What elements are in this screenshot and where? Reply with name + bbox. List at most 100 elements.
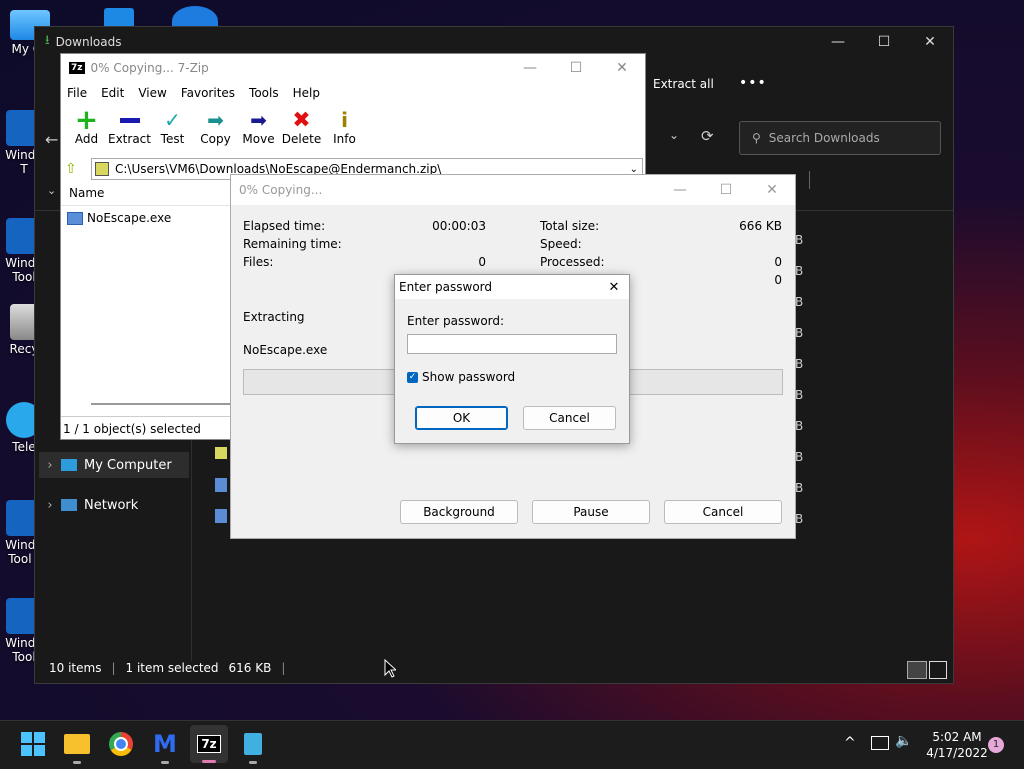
menu-tools[interactable]: Tools [249,86,279,100]
refresh-icon[interactable]: ⟳ [701,127,714,145]
menu-help[interactable]: Help [293,86,320,100]
plus-icon: + [74,103,99,136]
chevron-down-icon[interactable]: ⌄ [47,184,56,197]
extract-all-button[interactable]: Extract all [653,77,714,91]
show-password-checkbox[interactable]: ✓ Show password [407,370,515,384]
zip-file-icon [215,447,227,459]
nav-item-my-computer[interactable]: › My Computer [39,452,189,478]
chevron-right-icon: › [47,457,53,473]
selected-size: 616 KB [228,661,272,675]
details-view-button[interactable] [907,661,927,679]
checkbox-checked-icon: ✓ [407,371,418,383]
processed-label: Processed: [540,255,605,269]
menu-view[interactable]: View [138,86,166,100]
extract-button[interactable]: Extract [108,104,151,154]
close-button[interactable]: ✕ [599,60,645,76]
more-options-button[interactable]: ••• [739,75,767,91]
total-size-label: Total size: [540,219,600,233]
maximize-button[interactable]: ☐ [703,182,749,198]
search-input[interactable]: ⚲ Search Downloads [739,121,941,155]
minimize-button[interactable]: — [815,34,861,50]
download-icon: ⭳ [45,33,50,48]
add-button[interactable]: + Add [65,104,108,154]
chevron-down-icon[interactable]: ⌄ [669,128,679,142]
copy-button[interactable]: ➡ Copy [194,104,237,154]
close-button[interactable]: ✕ [749,182,795,198]
file-explorer-taskbar-button[interactable] [62,729,92,764]
password-label: Enter password: [407,314,505,328]
toolbar: + Add Extract ✓ Test ➡ Copy ➡ Move ✖ Del… [61,104,645,154]
tiles-view-button[interactable] [929,661,947,679]
nav-item-network[interactable]: › Network [39,492,189,518]
chrome-taskbar-button[interactable] [106,729,136,759]
back-arrow-icon[interactable]: ← [45,130,58,149]
info-icon: i [341,108,348,132]
list-row-fragment[interactable]: B [795,264,803,278]
maximize-button[interactable]: ☐ [553,60,599,76]
total-size-value: 666 KB [739,219,782,233]
menu-edit[interactable]: Edit [101,86,124,100]
notepad-icon [244,733,262,755]
volume-icon[interactable]: 🔈 [895,733,912,749]
toolbar-label: Delete [281,132,322,146]
menu-file[interactable]: File [67,86,87,100]
pause-button[interactable]: Pause [532,500,650,524]
minimize-button[interactable]: — [657,182,703,198]
ok-button[interactable]: OK [415,406,508,430]
toolbar-label: Add [74,132,99,146]
delete-button[interactable]: ✖ Delete [280,104,323,154]
clock-time: 5:02 AM [932,730,982,744]
password-input[interactable] [407,334,617,354]
nav-item-label: Network [84,497,139,513]
up-folder-icon[interactable]: ⇧ [65,161,85,177]
test-button[interactable]: ✓ Test [151,104,194,154]
minimize-button[interactable]: — [507,60,553,76]
info-button[interactable]: i Info [323,104,366,154]
network-status-icon[interactable] [871,736,889,750]
close-button[interactable]: ✕ [599,280,629,295]
chevron-down-icon[interactable]: ⌄ [630,164,638,175]
password-dialog[interactable]: Enter password ✕ Enter password: ✓ Show … [394,274,630,444]
list-row-fragment[interactable]: B [795,512,803,526]
files-label: Files: [243,255,274,269]
search-placeholder: Search Downloads [768,131,880,145]
list-row-fragment[interactable]: B [795,419,803,433]
7zip-title: 0% Copying... 7-Zip [90,61,209,75]
password-title: Enter password [399,280,492,294]
list-row-fragment[interactable]: B [795,388,803,402]
move-button[interactable]: ➡ Move [237,104,280,154]
notification-badge[interactable]: 1 [988,737,1004,753]
close-button[interactable]: ✕ [907,34,953,50]
list-row-fragment[interactable]: B [795,295,803,309]
password-titlebar[interactable]: Enter password ✕ [395,275,629,299]
minus-icon [108,108,151,132]
background-button[interactable]: Background [400,500,518,524]
selected-count: 1 item selected [125,661,219,675]
files-value: 0 [478,255,486,269]
7zip-icon: 7z [197,735,221,753]
7zip-taskbar-button[interactable]: 7z [190,725,228,763]
horizontal-scrollbar[interactable] [91,403,231,405]
list-row-fragment[interactable]: B [795,450,803,464]
menu-favorites[interactable]: Favorites [181,86,235,100]
chevron-up-icon[interactable]: ^ [844,735,856,751]
malwarebytes-taskbar-button[interactable]: M [150,729,180,764]
7zip-icon: 7z [69,62,85,74]
7zip-titlebar[interactable]: 7z 0% Copying... 7-Zip — ☐ ✕ [61,54,645,82]
mouse-cursor-icon [384,659,396,678]
exe-file-icon [67,211,83,225]
list-row-fragment[interactable]: B [795,481,803,495]
clock[interactable]: 5:02 AM 4/17/2022 [922,729,992,761]
cancel-button[interactable]: Cancel [664,500,782,524]
list-row-fragment[interactable]: B [795,357,803,371]
list-row-fragment[interactable]: B [795,326,803,340]
copying-titlebar[interactable]: 0% Copying... — ☐ ✕ [231,175,795,205]
maximize-button[interactable]: ☐ [861,34,907,50]
compressed-value: 0 [774,273,782,287]
cancel-button[interactable]: Cancel [523,406,616,430]
chrome-icon [109,732,133,756]
start-button[interactable] [18,729,48,759]
notepad-taskbar-button[interactable] [238,729,268,764]
column-name[interactable]: Name [69,186,104,200]
list-row-fragment[interactable]: B [795,233,803,247]
